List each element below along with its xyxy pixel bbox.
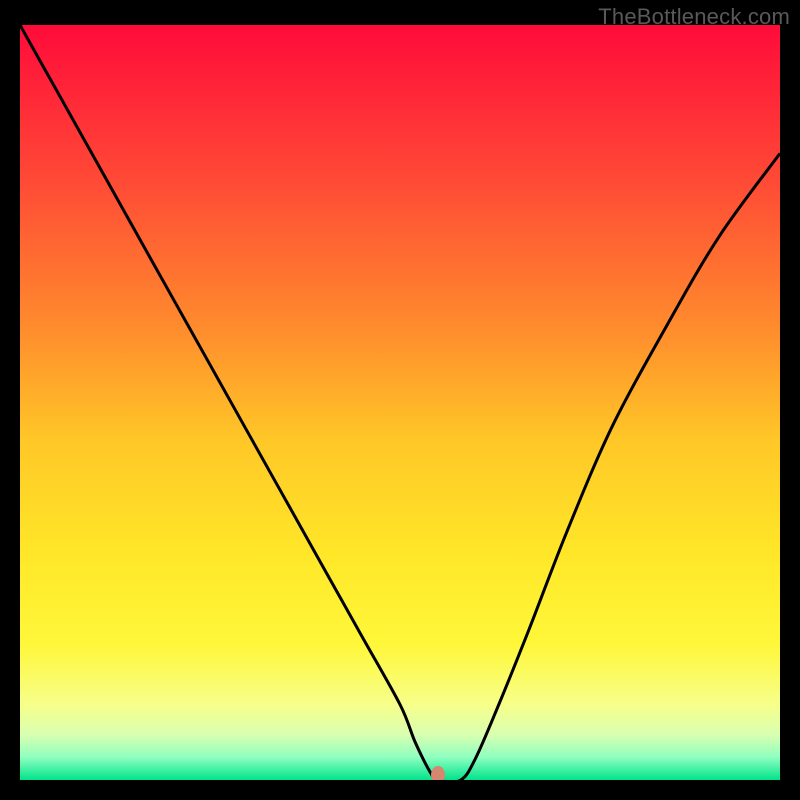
chart-frame: TheBottleneck.com	[0, 0, 800, 800]
chart-svg	[20, 25, 780, 780]
watermark-text: TheBottleneck.com	[598, 4, 790, 30]
gradient-background	[20, 25, 780, 780]
plot-area	[20, 25, 780, 780]
